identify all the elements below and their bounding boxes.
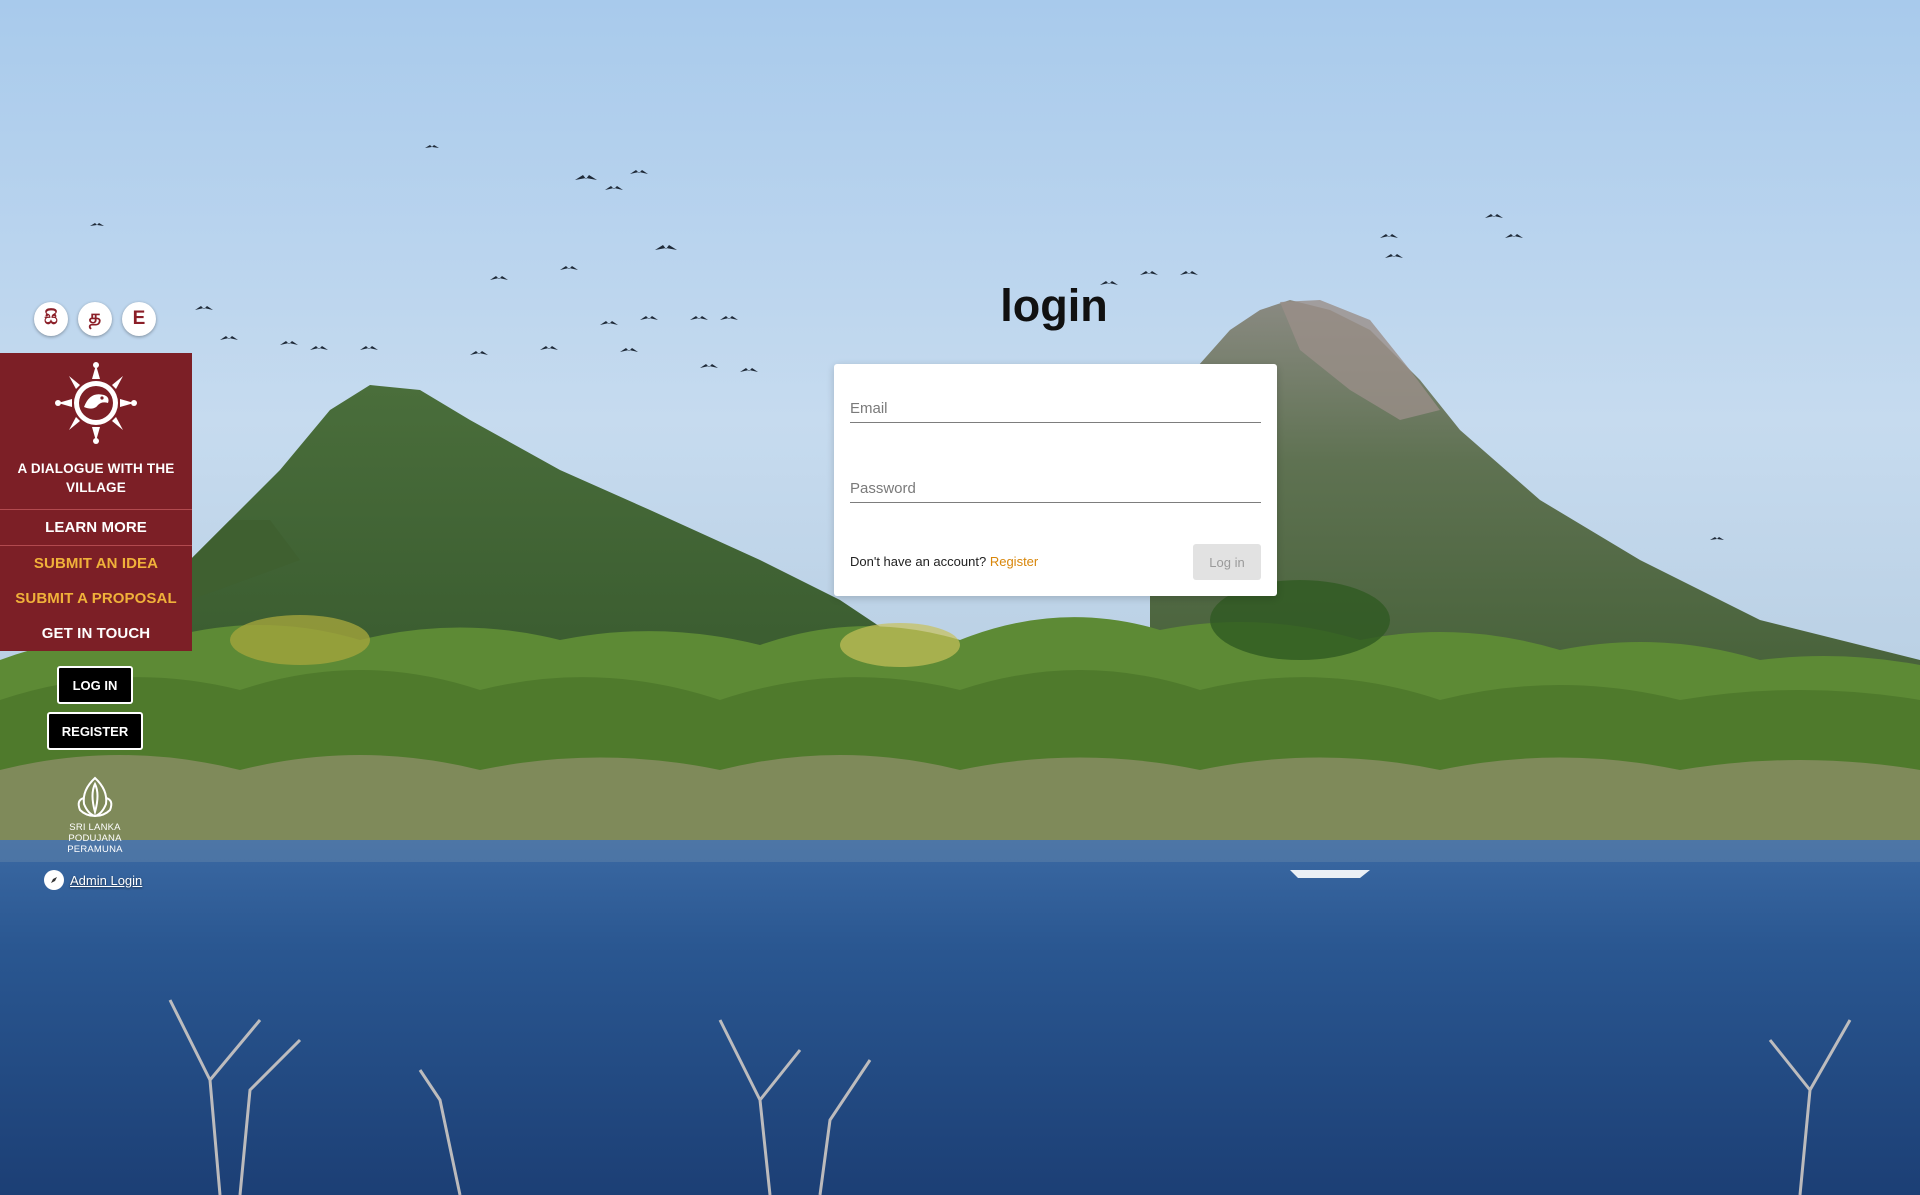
login-page: සි த E A DIALOGUE WITH THE VILLAGE LEARN…	[0, 0, 1920, 1195]
sidebar: A DIALOGUE WITH THE VILLAGE LEARN MORE S…	[0, 353, 192, 651]
sidebar-divider	[0, 509, 192, 510]
language-switcher: සි த E	[34, 302, 156, 336]
sidebar-item-submit-proposal[interactable]: SUBMIT A PROPOSAL	[0, 590, 192, 607]
lang-sinhala-button[interactable]: සි	[34, 302, 68, 336]
register-prompt: Don't have an account? Register	[850, 554, 1038, 569]
sun-emblem-icon[interactable]	[54, 361, 138, 445]
sidebar-register-button[interactable]: REGISTER	[47, 712, 143, 750]
lang-english-button[interactable]: E	[122, 302, 156, 336]
password-field[interactable]	[850, 474, 1261, 503]
background-landscape	[0, 0, 1920, 1195]
party-brand: SRI LANKA PODUJANA PERAMUNA	[60, 772, 130, 858]
sidebar-divider	[0, 545, 192, 546]
admin-login-label: Admin Login	[70, 872, 143, 888]
login-submit-button[interactable]: Log in	[1193, 544, 1261, 580]
admin-login-link[interactable]: Admin Login	[44, 870, 142, 890]
sidebar-item-get-in-touch[interactable]: GET IN TOUCH	[0, 625, 192, 642]
no-account-text: Don't have an account?	[850, 554, 987, 569]
lotus-bud-icon	[77, 776, 113, 818]
sidebar-login-button[interactable]: LOG IN	[57, 666, 133, 704]
sidebar-item-submit-idea[interactable]: SUBMIT AN IDEA	[0, 555, 192, 572]
sidebar-tagline: A DIALOGUE WITH THE VILLAGE	[17, 461, 175, 495]
email-field[interactable]	[850, 394, 1261, 423]
party-name: SRI LANKA PODUJANA PERAMUNA	[67, 822, 123, 855]
page-title: login	[1000, 280, 1108, 331]
register-link[interactable]: Register	[990, 554, 1038, 569]
compass-icon	[44, 870, 64, 890]
sidebar-item-learn-more[interactable]: LEARN MORE	[0, 519, 192, 536]
login-form: Don't have an account? Register Log in	[834, 364, 1277, 596]
lang-tamil-button[interactable]: த	[78, 302, 112, 336]
